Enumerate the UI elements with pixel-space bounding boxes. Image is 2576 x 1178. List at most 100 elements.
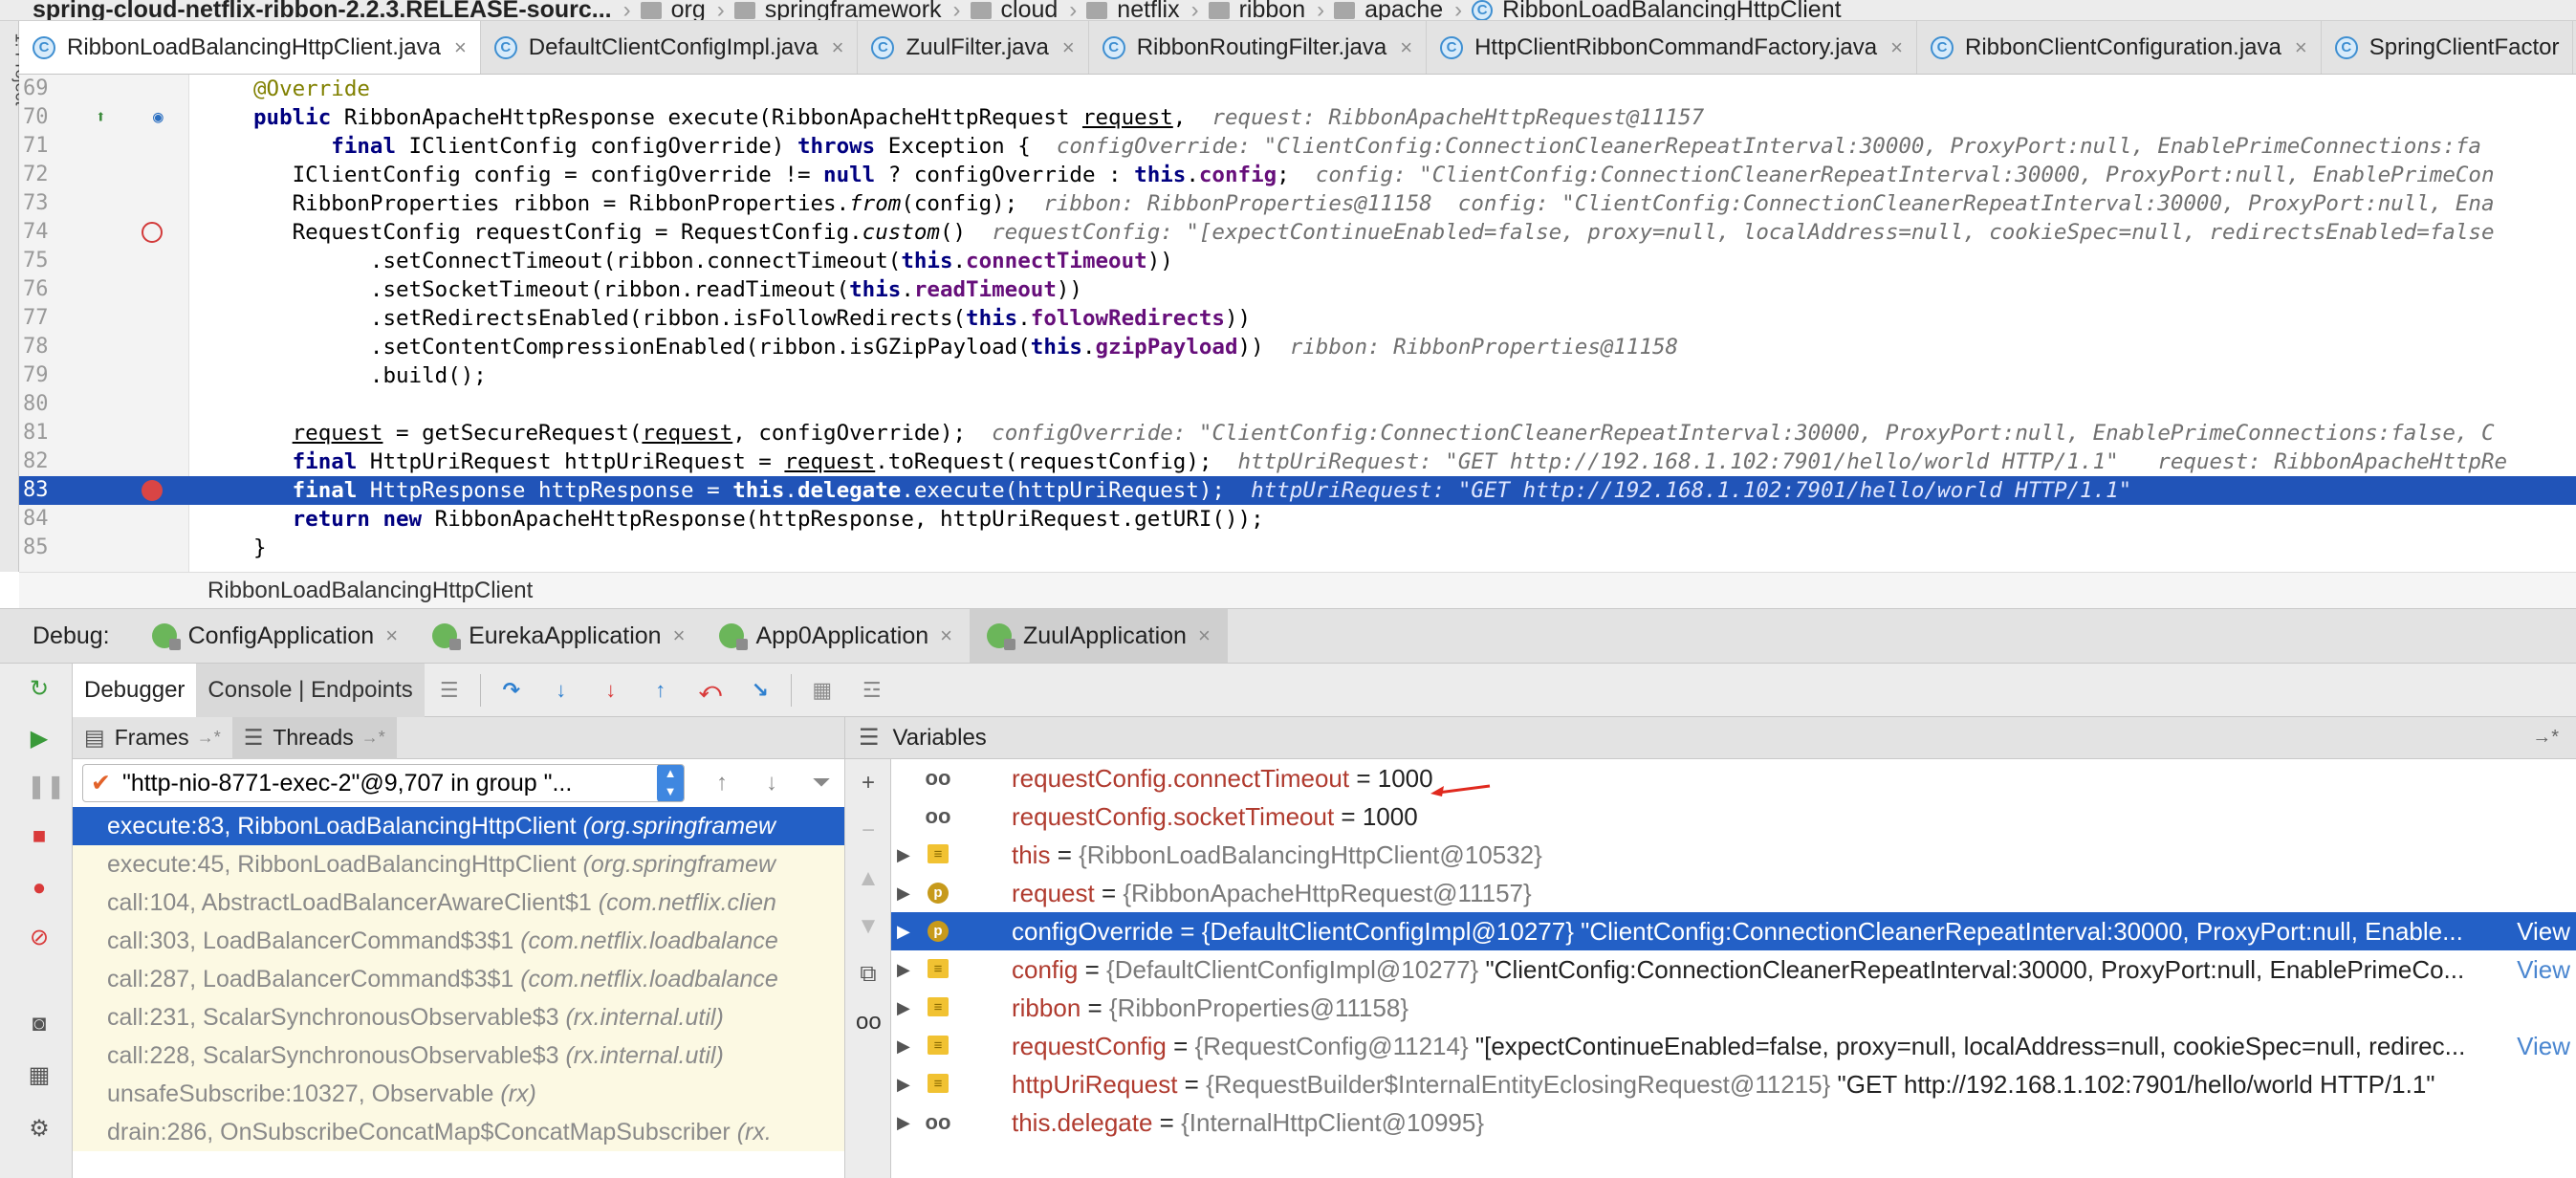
code-line[interactable]: 80 (19, 390, 2576, 419)
close-icon[interactable]: × (1198, 623, 1211, 648)
menu-icon[interactable]: ☰ (437, 678, 462, 703)
watches-toggle-icon[interactable]: oo (856, 1010, 882, 1035)
mute-breakpoints-icon[interactable]: ⊘ (27, 926, 52, 950)
pin-icon[interactable]: →* (361, 728, 385, 748)
breadcrumb-item-springframework[interactable]: › springframework (706, 0, 942, 20)
override-icon[interactable]: ⬆ (96, 103, 106, 132)
expand-icon[interactable]: ▶ (897, 1027, 910, 1065)
layout-icon[interactable]: ▦ (27, 1063, 52, 1088)
code-line[interactable]: 78 .setContentCompressionEnabled(ribbon.… (19, 333, 2576, 361)
tab-app0application[interactable]: App0Application × (702, 609, 970, 663)
close-icon[interactable]: × (1062, 35, 1075, 60)
force-step-into-icon[interactable]: ↓ (599, 678, 623, 703)
code-line[interactable]: 81 request = getSecureRequest(request, c… (19, 419, 2576, 447)
variable-item[interactable]: ▶ ≡ ribbon = {RibbonProperties@11158} (891, 989, 2576, 1027)
pin-icon[interactable]: →* (197, 728, 221, 748)
close-icon[interactable]: × (1890, 35, 1903, 60)
trace-icon[interactable]: ☲ (860, 678, 884, 703)
variable-item[interactable]: ▶ p configOverride = {DefaultClientConfigI… (891, 912, 2576, 950)
expand-icon[interactable]: ▶ (897, 836, 910, 874)
close-icon[interactable]: × (940, 623, 952, 648)
move-up-icon[interactable]: ▲ (856, 866, 881, 891)
rerun-icon[interactable]: ↻ (27, 677, 52, 702)
settings-icon[interactable]: ⚙ (27, 1117, 52, 1142)
list-item[interactable]: execute:45, RibbonLoadBalancingHttpClien… (73, 845, 844, 884)
tab-zuulapplication[interactable]: ZuulApplication × (970, 609, 1228, 663)
run-to-cursor-icon[interactable]: ↘ (748, 678, 773, 703)
close-icon[interactable]: × (385, 623, 398, 648)
arrow-down-icon[interactable]: ↓ (759, 770, 784, 796)
close-icon[interactable]: × (2295, 35, 2307, 60)
tab-zuulfilter[interactable]: C ZuulFilter.java × (858, 21, 1089, 74)
breadcrumb-item-org[interactable]: › org (612, 0, 706, 20)
breadcrumb-item-class[interactable]: › C RibbonLoadBalancingHttpClient (1443, 0, 1842, 20)
move-down-icon[interactable]: ▼ (856, 914, 881, 939)
code-line[interactable]: 75 .setConnectTimeout(ribbon.connectTime… (19, 247, 2576, 275)
watch-item[interactable]: oo requestConfig.socketTimeout = 1000 (891, 797, 2576, 836)
view-link[interactable]: View (2511, 1027, 2576, 1065)
code-line[interactable]: 74 RequestConfig requestConfig = Request… (19, 218, 2576, 247)
code-line[interactable]: 85} (19, 534, 2576, 562)
expand-icon[interactable]: ▶ (897, 912, 910, 950)
breadcrumb-item-ribbon[interactable]: › ribbon (1180, 0, 1306, 20)
tab-threads[interactable]: ☰ Threads →* (231, 716, 397, 759)
menu-icon[interactable]: ☰ (859, 724, 880, 752)
tab-console-endpoints[interactable]: Console | Endpoints (196, 663, 425, 717)
variable-item[interactable]: ▶ ≡ requestConfig = {RequestConfig@11214} … (891, 1027, 2576, 1065)
expand-icon[interactable]: ▶ (897, 1103, 910, 1142)
code-line[interactable]: 73 RibbonProperties ribbon = RibbonPrope… (19, 189, 2576, 218)
close-icon[interactable]: × (454, 35, 467, 60)
breakpoint-icon[interactable] (142, 222, 163, 243)
project-name[interactable]: spring-cloud-netflix-ribbon-2.2.3.RELEAS… (0, 0, 612, 20)
variable-item[interactable]: ▶ ≡ config = {DefaultClientConfigImpl@1027… (891, 950, 2576, 989)
close-icon[interactable]: × (673, 623, 686, 648)
view-breakpoints-icon[interactable]: ● (27, 876, 52, 901)
camera-icon[interactable]: ◙ (27, 1012, 52, 1036)
arrow-up-icon[interactable]: ↑ (709, 770, 734, 796)
expand-icon[interactable]: ▶ (897, 989, 910, 1027)
project-tool-strip[interactable]: 1: Project (0, 21, 32, 572)
code-line[interactable]: 82 final HttpUriRequest httpUriRequest =… (19, 447, 2576, 476)
remove-watch-icon[interactable]: − (856, 818, 881, 843)
expand-icon[interactable]: ▶ (897, 874, 910, 912)
add-watch-icon[interactable]: + (856, 771, 881, 796)
evaluate-expression-icon[interactable]: ▦ (810, 678, 835, 703)
step-out-icon[interactable]: ↑ (648, 678, 673, 703)
pin-icon[interactable]: →* (2532, 727, 2559, 749)
close-icon[interactable]: × (1400, 35, 1412, 60)
breadcrumb-item-netflix[interactable]: › netflix (1058, 0, 1179, 20)
code-line[interactable]: 70 ⬆ ◉ public RibbonApacheHttpResponse exec… (19, 103, 2576, 132)
thread-selector[interactable]: ✔ "http-nio-8771-exec-2"@9,707 in group … (82, 764, 685, 802)
list-item[interactable]: call:231, ScalarSynchronousObservable$3 … (73, 998, 844, 1036)
list-item[interactable]: call:303, LoadBalancerCommand$3$1 (com.n… (73, 922, 844, 960)
code-line[interactable]: 69 @Override (19, 75, 2576, 103)
tab-defaultclientconfigimpl[interactable]: C DefaultClientConfigImpl.java × (481, 21, 859, 74)
tab-debugger[interactable]: Debugger (73, 663, 197, 717)
code-editor[interactable]: 69 @Override 70 ⬆ ◉ public RibbonApacheHttpR… (19, 75, 2576, 572)
view-link[interactable]: View (2511, 950, 2576, 989)
tab-ribbonloadbalancinghttpclient[interactable]: C RibbonLoadBalancingHttpClient.java × (19, 21, 481, 74)
code-line[interactable]: 76 .setSocketTimeout(ribbon.readTimeout(… (19, 275, 2576, 304)
view-link[interactable]: View (2511, 912, 2576, 950)
tab-springclientfactory[interactable]: C SpringClientFactor (2322, 21, 2574, 74)
tab-ribbonclientconfiguration[interactable]: C RibbonClientConfiguration.java × (1917, 21, 2322, 74)
watch-item[interactable]: oo requestConfig.connectTimeout = 1000 (891, 759, 2576, 797)
code-line[interactable]: 71 final IClientConfig configOverride) t… (19, 132, 2576, 161)
breadcrumb-item-cloud[interactable]: › cloud (942, 0, 1059, 20)
expand-icon[interactable]: ▶ (897, 950, 910, 989)
tab-eurekaapplication[interactable]: EurekaApplication × (415, 609, 702, 663)
pause-icon[interactable]: ❚❚ (27, 774, 65, 799)
step-into-icon[interactable]: ↓ (549, 678, 574, 703)
breakpoint-hit-icon[interactable] (142, 480, 163, 501)
variable-item[interactable]: ▶ p request = {RibbonApacheHttpRequest@111… (891, 874, 2576, 912)
variable-item[interactable]: ▶ ≡ this = {RibbonLoadBalancingHttpClient@… (891, 836, 2576, 874)
code-line[interactable]: 77 .setRedirectsEnabled(ribbon.isFollowR… (19, 304, 2576, 333)
code-line[interactable]: 79 .build(); (19, 361, 2576, 390)
filter-icon[interactable]: ⏷ (809, 770, 834, 796)
code-line[interactable]: 72 IClientConfig config = configOverride… (19, 161, 2576, 189)
watch-item[interactable]: ▶ oo this.delegate = {InternalHttpClient@1… (891, 1103, 2576, 1142)
editor-breadcrumb-footer[interactable]: RibbonLoadBalancingHttpClient (19, 572, 2576, 608)
list-item[interactable]: execute:83, RibbonLoadBalancingHttpClien… (73, 807, 844, 845)
step-over-icon[interactable]: ↷ (499, 678, 524, 703)
tab-configapplication[interactable]: ConfigApplication × (135, 609, 415, 663)
